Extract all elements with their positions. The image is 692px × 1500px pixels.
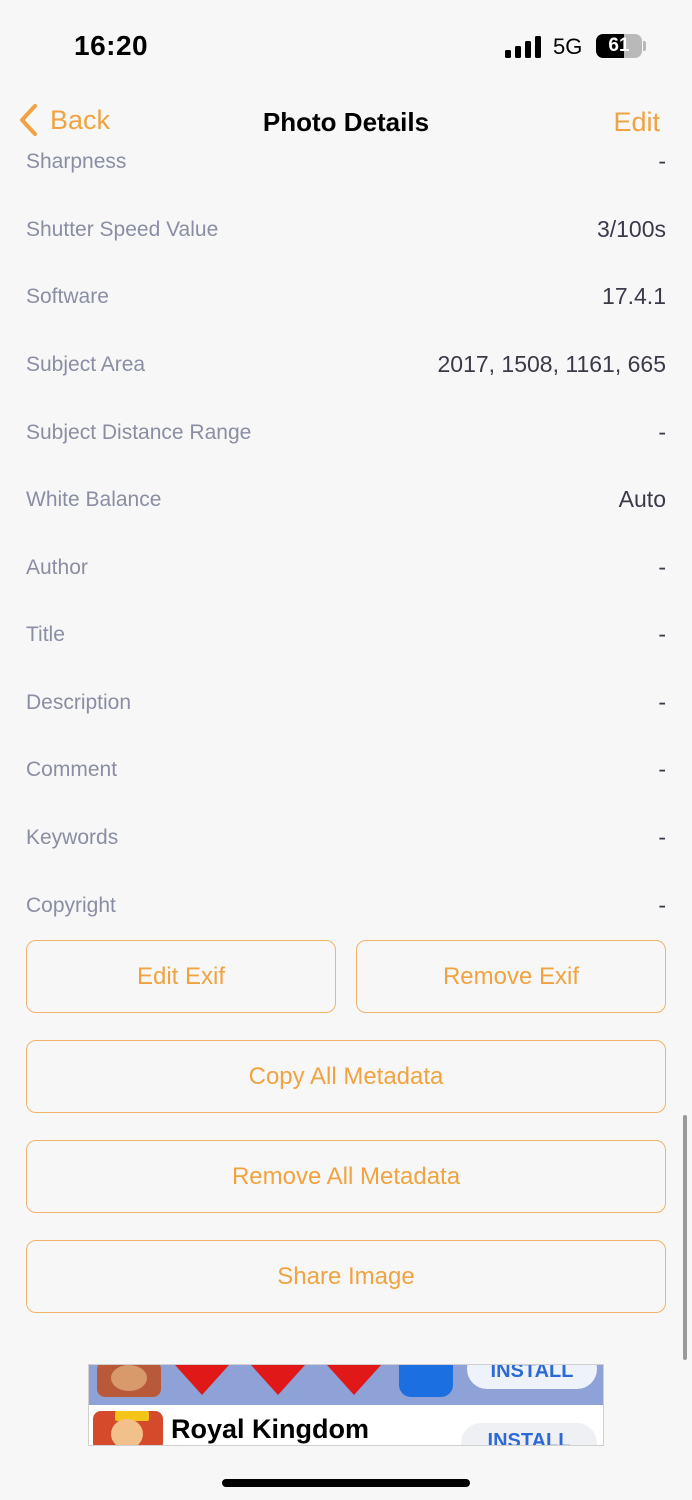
detail-value: -: [658, 824, 666, 850]
remove-all-metadata-button[interactable]: Remove All Metadata: [26, 1140, 666, 1213]
cellular-signal-icon: [505, 36, 543, 58]
detail-value: -: [658, 150, 666, 174]
detail-row-keywords: Keywords -: [0, 820, 692, 860]
detail-label: White Balance: [26, 488, 162, 511]
detail-row-title: Title -: [0, 617, 692, 657]
detail-label: Software: [26, 285, 109, 308]
detail-row-shutter-speed: Shutter Speed Value 3/100s: [0, 212, 692, 252]
status-bar: 16:20 5G 61: [0, 0, 692, 90]
detail-value: 2017, 1508, 1161, 665: [437, 351, 666, 377]
detail-label: Keywords: [26, 826, 119, 849]
detail-row-comment: Comment -: [0, 752, 692, 792]
detail-value: 17.4.1: [602, 283, 666, 309]
ad-banner-bottom[interactable]: Royal Kingdom INSTALL: [89, 1405, 603, 1445]
detail-label: Copyright: [26, 894, 116, 917]
detail-row-description: Description -: [0, 685, 692, 725]
detail-value: -: [658, 419, 666, 445]
ad-banner-top[interactable]: INSTALL: [89, 1365, 603, 1405]
ad-banner[interactable]: INSTALL Royal Kingdom INSTALL: [88, 1364, 604, 1446]
detail-label: Title: [26, 623, 65, 646]
detail-label: Author: [26, 556, 88, 579]
detail-label: Subject Area: [26, 353, 146, 376]
ad-install-button[interactable]: INSTALL: [467, 1365, 597, 1389]
detail-label: Comment: [26, 758, 118, 781]
battery-nub: [643, 41, 646, 51]
red-gem-icon: [251, 1365, 305, 1395]
detail-label: Shutter Speed Value: [26, 218, 219, 241]
detail-row-software: Software 17.4.1: [0, 279, 692, 319]
detail-value: -: [658, 892, 666, 918]
crown-icon: [115, 1411, 149, 1421]
battery-icon: 61: [596, 34, 642, 58]
copy-all-metadata-button[interactable]: Copy All Metadata: [26, 1040, 666, 1113]
page-title: Photo Details: [262, 107, 430, 137]
detail-value: Auto: [618, 486, 666, 512]
detail-row-sharpness: Sharpness -: [0, 150, 692, 184]
share-image-button[interactable]: Share Image: [26, 1240, 666, 1313]
detail-row-author: Author -: [0, 550, 692, 590]
detail-row-subject-area: Subject Area 2017, 1508, 1161, 665: [0, 347, 692, 387]
detail-label: Sharpness: [26, 150, 127, 173]
game-character-image: [97, 1365, 161, 1397]
edit-button[interactable]: Edit: [613, 107, 660, 138]
detail-row-subject-distance-range: Subject Distance Range -: [0, 415, 692, 455]
home-indicator[interactable]: [222, 1479, 470, 1487]
ad-install-button[interactable]: INSTALL: [461, 1423, 597, 1445]
ad-title: Royal Kingdom: [171, 1414, 370, 1444]
metadata-list[interactable]: Sharpness - Shutter Speed Value 3/100s S…: [0, 150, 692, 930]
detail-value: 3/100s: [596, 216, 666, 242]
app-icon: [93, 1411, 163, 1445]
detail-value: -: [658, 689, 666, 715]
red-gem-icon: [327, 1365, 381, 1395]
remove-exif-button[interactable]: Remove Exif: [356, 940, 666, 1013]
detail-label: Subject Distance Range: [26, 421, 252, 444]
detail-row-white-balance: White Balance Auto: [0, 482, 692, 522]
detail-value: -: [658, 554, 666, 580]
detail-label: Description: [26, 691, 132, 714]
detail-row-copyright: Copyright -: [0, 888, 692, 928]
edit-exif-button[interactable]: Edit Exif: [26, 940, 336, 1013]
red-gem-icon: [175, 1365, 229, 1395]
status-time: 16:20: [74, 30, 149, 61]
network-type: 5G: [553, 34, 583, 59]
detail-value: -: [658, 756, 666, 782]
blue-gem-icon: [399, 1365, 453, 1397]
scroll-indicator[interactable]: [683, 1115, 687, 1360]
battery-level: 61: [608, 35, 630, 56]
navigation-bar: Back Photo Details Edit: [0, 95, 692, 151]
detail-value: -: [658, 621, 666, 647]
